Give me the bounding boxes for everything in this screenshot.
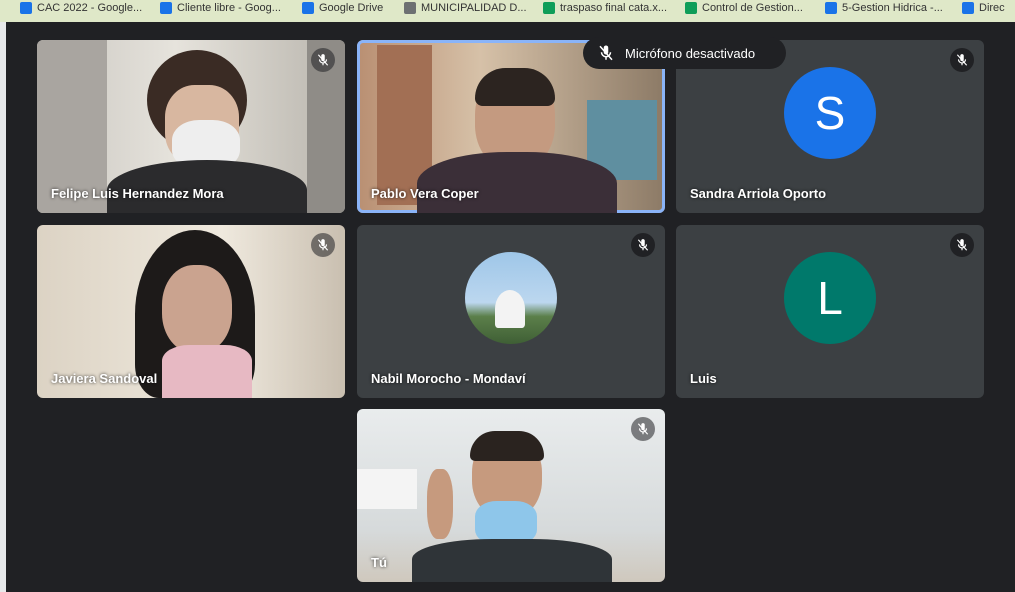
bookmark-icon bbox=[20, 2, 32, 14]
bookmark-label: Direc bbox=[979, 2, 1005, 14]
mic-muted-notification: Micrófono desactivado bbox=[583, 37, 786, 69]
avatar: S bbox=[784, 66, 876, 159]
bookmark-icon bbox=[302, 2, 314, 14]
bookmark-icon bbox=[404, 2, 416, 14]
mic-off-icon bbox=[317, 239, 329, 251]
participant-tile[interactable]: Javiera Sandoval bbox=[37, 225, 345, 398]
bookmark-label: traspaso final cata.x... bbox=[560, 2, 667, 14]
participant-tile-self[interactable]: Tú bbox=[357, 409, 665, 582]
bookmark-item[interactable]: Cliente libre - Goog... bbox=[160, 0, 281, 16]
participant-video bbox=[475, 68, 555, 106]
participant-video bbox=[417, 152, 617, 213]
participant-name: Felipe Luis Hernandez Mora bbox=[51, 186, 224, 201]
sheets-icon bbox=[543, 2, 555, 14]
mic-off-indicator bbox=[311, 48, 335, 72]
bookmark-item[interactable]: Control de Gestion... bbox=[685, 0, 803, 16]
avatar-photo bbox=[465, 251, 557, 344]
mic-off-indicator bbox=[950, 233, 974, 257]
mic-off-indicator bbox=[631, 233, 655, 257]
mic-off-icon bbox=[956, 54, 968, 66]
mic-off-indicator bbox=[631, 417, 655, 441]
bookmark-label: Control de Gestion... bbox=[702, 2, 803, 14]
bookmark-icon bbox=[962, 2, 974, 14]
participant-name: Luis bbox=[690, 371, 717, 386]
sheets-icon bbox=[685, 2, 697, 14]
bookmark-label: MUNICIPALIDAD D... bbox=[421, 2, 527, 14]
participant-name: Javiera Sandoval bbox=[51, 371, 158, 386]
bookmark-label: Google Drive bbox=[319, 2, 384, 14]
mic-off-icon bbox=[599, 45, 613, 61]
mic-off-icon bbox=[637, 423, 649, 435]
notification-text: Micrófono desactivado bbox=[625, 45, 756, 61]
avatar-photo bbox=[495, 289, 525, 328]
participant-video bbox=[162, 345, 252, 398]
bookmarks-bar: CAC 2022 - Google... Cliente libre - Goo… bbox=[0, 0, 1015, 22]
window-edge bbox=[0, 22, 6, 592]
bookmark-item[interactable]: traspaso final cata.x... bbox=[543, 0, 667, 16]
mic-off-indicator bbox=[950, 48, 974, 72]
mic-off-icon bbox=[637, 239, 649, 251]
bookmark-label: Cliente libre - Goog... bbox=[177, 2, 281, 14]
participant-tile[interactable]: Felipe Luis Hernandez Mora bbox=[37, 40, 345, 213]
participant-video bbox=[412, 539, 612, 582]
avatar: L bbox=[784, 251, 876, 344]
participant-video bbox=[470, 431, 544, 461]
bookmark-item[interactable]: 5-Gestion Hidrica -... bbox=[825, 0, 943, 16]
video-background bbox=[357, 469, 417, 509]
bookmark-icon bbox=[160, 2, 172, 14]
bookmark-item[interactable]: CAC 2022 - Google... bbox=[20, 0, 142, 16]
bookmark-item[interactable]: MUNICIPALIDAD D... bbox=[404, 0, 527, 16]
mic-off-icon bbox=[317, 54, 329, 66]
bookmark-label: CAC 2022 - Google... bbox=[37, 2, 143, 14]
bookmark-icon bbox=[825, 2, 837, 14]
participant-video bbox=[427, 469, 453, 539]
mic-off-icon bbox=[956, 239, 968, 251]
bookmark-label: 5-Gestion Hidrica -... bbox=[842, 2, 943, 14]
bookmark-item[interactable]: Google Drive bbox=[302, 0, 383, 16]
participant-name: Sandra Arriola Oporto bbox=[690, 186, 827, 201]
participant-tile[interactable]: L Luis bbox=[676, 225, 984, 398]
participant-name: Tú bbox=[371, 555, 387, 570]
participant-name: Nabil Morocho - Mondaví bbox=[371, 371, 526, 386]
mic-off-indicator bbox=[311, 233, 335, 257]
participant-tile[interactable]: Nabil Morocho - Mondaví bbox=[357, 225, 665, 398]
participant-video bbox=[162, 265, 232, 353]
participant-name: Pablo Vera Coper bbox=[371, 186, 479, 201]
bookmark-item[interactable]: Direc bbox=[962, 0, 1005, 16]
